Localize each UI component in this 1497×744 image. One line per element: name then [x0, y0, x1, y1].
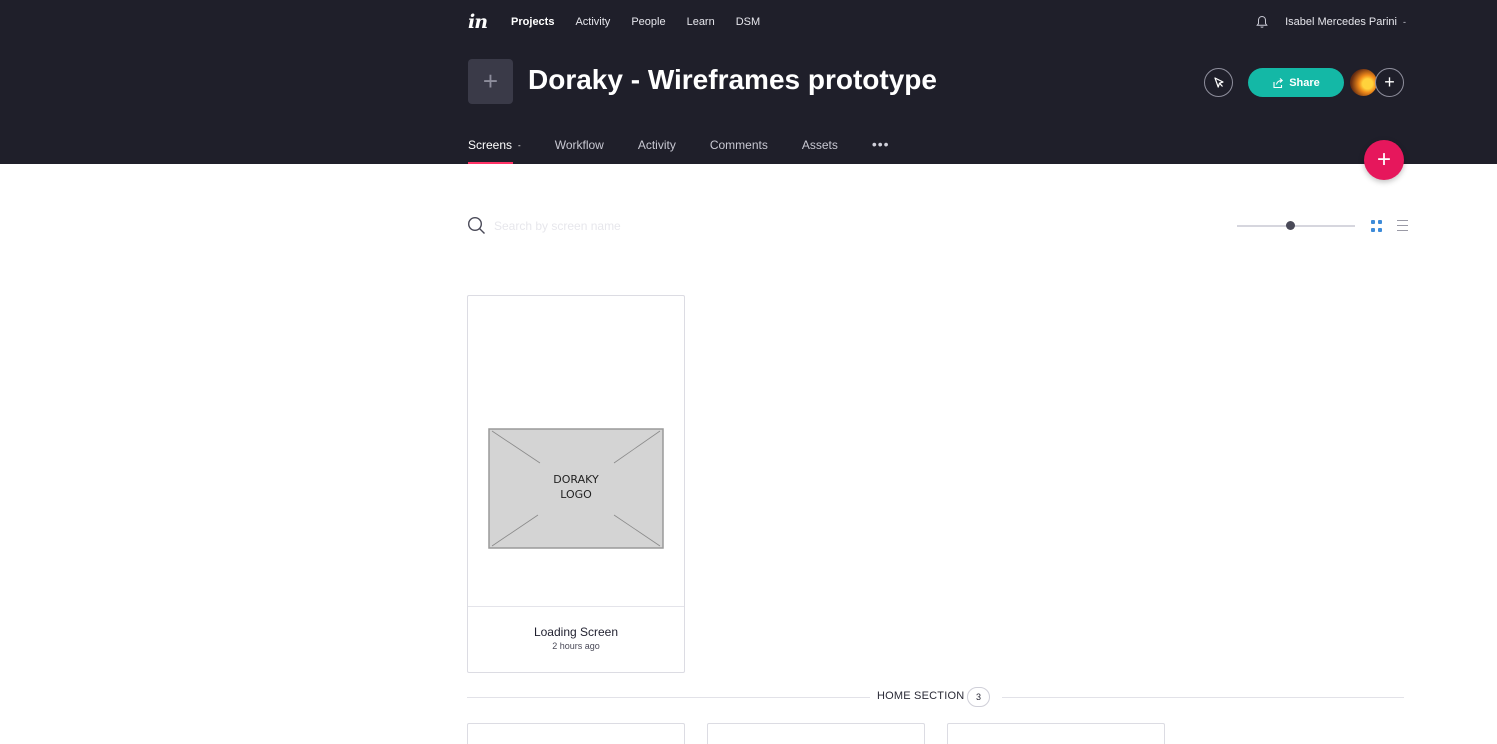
bell-icon[interactable] [1255, 15, 1269, 29]
share-button[interactable]: Share [1248, 68, 1344, 97]
plus-icon: + [1376, 146, 1391, 173]
screen-thumbnail[interactable]: DORAKY LOGO [468, 296, 684, 607]
tab-label: Comments [709, 138, 768, 152]
tab-label: Activity [637, 138, 676, 152]
chevron-down-icon[interactable]: - [1403, 17, 1406, 27]
tab-workflow[interactable]: Workflow [555, 130, 604, 164]
screen-name[interactable]: Loading Screen [468, 625, 684, 639]
search-input[interactable] [494, 218, 714, 233]
screen-card[interactable] [947, 723, 1165, 744]
user-area: Isabel Mercedes Parini - [1255, 0, 1406, 44]
section-divider [1002, 697, 1404, 698]
screen-card[interactable] [707, 723, 925, 744]
project-title: Doraky - Wireframes prototype [528, 64, 937, 95]
tab-label: Workflow [554, 138, 604, 152]
section-count-badge: 3 [967, 687, 990, 707]
nav-dsm[interactable]: DSM [736, 16, 760, 28]
avatar[interactable] [1349, 68, 1378, 97]
inspect-mode-button[interactable] [1204, 68, 1233, 97]
project-tabs: Screens - Workflow Activity Comments Ass… [468, 130, 924, 164]
cursor-icon [1213, 76, 1224, 88]
section-title[interactable]: HOME SECTION [877, 690, 964, 702]
more-tabs-button[interactable]: ••• [872, 130, 890, 164]
add-screen-button[interactable]: + [1364, 140, 1404, 180]
tab-comments[interactable]: Comments [710, 130, 768, 164]
screen-search [467, 216, 714, 235]
user-menu[interactable]: Isabel Mercedes Parini [1285, 16, 1397, 28]
plus-icon: + [1384, 72, 1395, 92]
screen-card[interactable] [467, 723, 685, 744]
app-header: in Projects Activity People Learn DSM Is… [0, 0, 1497, 164]
screen-timestamp: 2 hours ago [552, 641, 600, 651]
tab-assets[interactable]: Assets [802, 130, 838, 164]
share-label: Share [1289, 76, 1320, 89]
search-icon [467, 216, 485, 234]
more-icon: ••• [871, 136, 890, 152]
nav-projects[interactable]: Projects [511, 16, 554, 28]
share-icon [1273, 77, 1284, 88]
tab-label: Assets [801, 138, 838, 152]
list-view-icon[interactable] [1397, 220, 1408, 231]
zoom-slider-handle[interactable] [1285, 221, 1295, 230]
logo-placeholder-text: DORAKY LOGO [553, 473, 599, 501]
project-thumbnail[interactable]: + [468, 59, 513, 104]
grid-view-icon[interactable] [1371, 220, 1383, 232]
screen-card[interactable]: DORAKY LOGO Loading Screen 2 hours ago [467, 295, 685, 673]
nav-learn[interactable]: Learn [687, 16, 715, 28]
tab-screens[interactable]: Screens - [468, 130, 521, 164]
nav-people[interactable]: People [631, 16, 665, 28]
invision-logo[interactable]: in [468, 11, 488, 33]
add-member-button[interactable]: + [1375, 68, 1404, 97]
chevron-down-icon: - [518, 141, 521, 150]
tab-label: Screens [468, 138, 513, 152]
section-divider [467, 697, 870, 698]
top-nav: in Projects Activity People Learn DSM [468, 0, 781, 44]
zoom-slider[interactable] [1237, 221, 1355, 230]
nav-activity[interactable]: Activity [575, 16, 610, 28]
tab-activity[interactable]: Activity [638, 130, 676, 164]
